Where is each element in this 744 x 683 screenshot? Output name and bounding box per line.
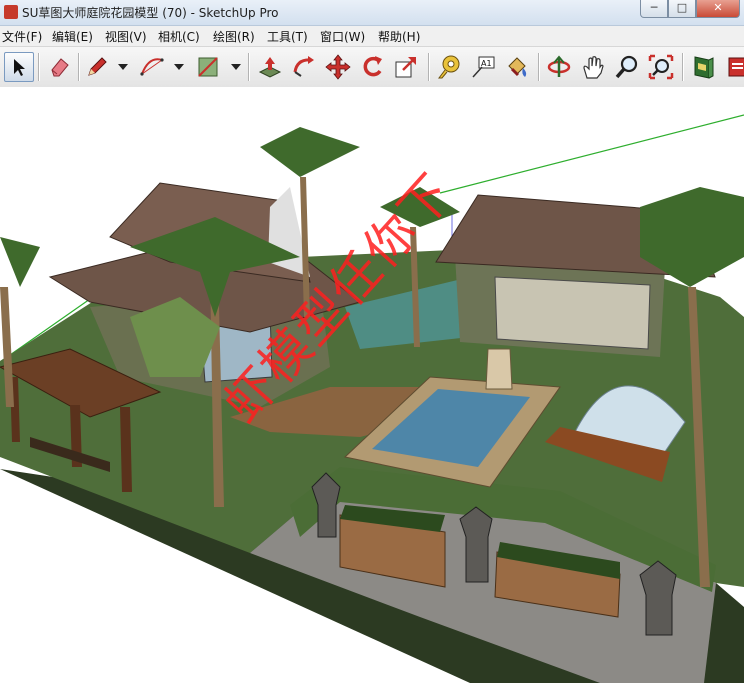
- rotate-icon: [363, 56, 382, 77]
- rectangle-dropdown-icon[interactable]: [231, 64, 241, 70]
- text-icon: A1: [472, 56, 495, 78]
- pan-tool-button[interactable]: [578, 52, 608, 82]
- warehouse-tool-button[interactable]: [688, 52, 718, 82]
- eraser-tool-button[interactable]: [45, 52, 75, 82]
- select-tool-button[interactable]: [4, 52, 34, 82]
- paint-bucket-tool-button[interactable]: [502, 52, 532, 82]
- arc-dropdown-icon[interactable]: [174, 64, 184, 70]
- zoom-extents-icon: [648, 54, 674, 80]
- push-pull-icon: [258, 57, 282, 78]
- toolbar-separator: [78, 53, 79, 81]
- arc-icon: [140, 58, 164, 76]
- window-title: SU草图大师庭院花园模型 (70) - SketchUp Pro: [22, 6, 279, 20]
- pan-hand-icon: [583, 56, 604, 79]
- paint-bucket-icon: [508, 57, 527, 77]
- follow-me-tool-button[interactable]: [289, 52, 319, 82]
- orbit-tool-button[interactable]: [544, 52, 574, 82]
- tape-measure-icon: [438, 55, 460, 79]
- garden-model-scene: [0, 114, 744, 683]
- orbit-icon: [547, 55, 571, 77]
- menu-file[interactable]: 文件(F): [2, 28, 42, 45]
- eraser-icon: [51, 58, 69, 77]
- title-bar: SU草图大师庭院花园模型 (70) - SketchUp Pro ─ □ ✕: [0, 0, 744, 26]
- menu-draw[interactable]: 绘图(R): [213, 28, 255, 45]
- warehouse-icon: [694, 56, 714, 79]
- extension-tool-button[interactable]: [720, 52, 744, 82]
- fountain-pillar: [485, 348, 513, 390]
- rectangle-tool-button[interactable]: [193, 52, 223, 82]
- rectangle-icon: [198, 57, 218, 77]
- scale-icon: [395, 57, 416, 78]
- menu-help[interactable]: 帮助(H): [378, 28, 420, 45]
- rotate-tool-button[interactable]: [357, 52, 387, 82]
- select-arrow-icon: [14, 59, 25, 76]
- menu-window[interactable]: 窗口(W): [320, 28, 365, 45]
- follow-me-icon: [293, 56, 314, 77]
- push-pull-tool-button[interactable]: [255, 52, 285, 82]
- tape-measure-tool-button[interactable]: [434, 52, 464, 82]
- pencil-icon: [88, 57, 107, 76]
- window-controls: ─ □ ✕: [640, 0, 740, 19]
- move-tool-button[interactable]: [323, 52, 353, 82]
- menu-bar: 文件(F) 编辑(E) 视图(V) 相机(C) 绘图(R) 工具(T) 窗口(W…: [0, 26, 744, 46]
- sketchup-app-icon[interactable]: [4, 5, 18, 19]
- model-viewport[interactable]: 虾模型任你下: [0, 87, 744, 683]
- arc-tool-button[interactable]: [137, 52, 167, 82]
- menu-view[interactable]: 视图(V): [105, 28, 147, 45]
- minimize-button[interactable]: ─: [640, 0, 668, 18]
- extension-icon: [728, 57, 744, 77]
- toolbar-separator: [538, 53, 539, 81]
- toolbar-separator: [682, 53, 683, 81]
- right-house-doors: [494, 276, 651, 350]
- scale-tool-button[interactable]: [391, 52, 421, 82]
- text-tool-button[interactable]: A1: [468, 52, 498, 82]
- main-toolbar: A1: [0, 46, 744, 88]
- close-button[interactable]: ✕: [696, 0, 740, 18]
- menu-tools[interactable]: 工具(T): [267, 28, 308, 45]
- zoom-tool-button[interactable]: [612, 52, 642, 82]
- pencil-dropdown-icon[interactable]: [118, 64, 128, 70]
- zoom-icon: [615, 55, 638, 79]
- pencil-tool-button[interactable]: [82, 52, 112, 82]
- menu-edit[interactable]: 编辑(E): [52, 28, 93, 45]
- move-icon: [325, 54, 351, 80]
- menu-camera[interactable]: 相机(C): [158, 28, 200, 45]
- zoom-extents-tool-button[interactable]: [646, 52, 676, 82]
- toolbar-separator: [428, 53, 429, 81]
- maximize-button[interactable]: □: [668, 0, 696, 18]
- toolbar-separator: [38, 53, 39, 81]
- text-tool-label: A1: [481, 59, 492, 68]
- toolbar-separator: [248, 53, 249, 81]
